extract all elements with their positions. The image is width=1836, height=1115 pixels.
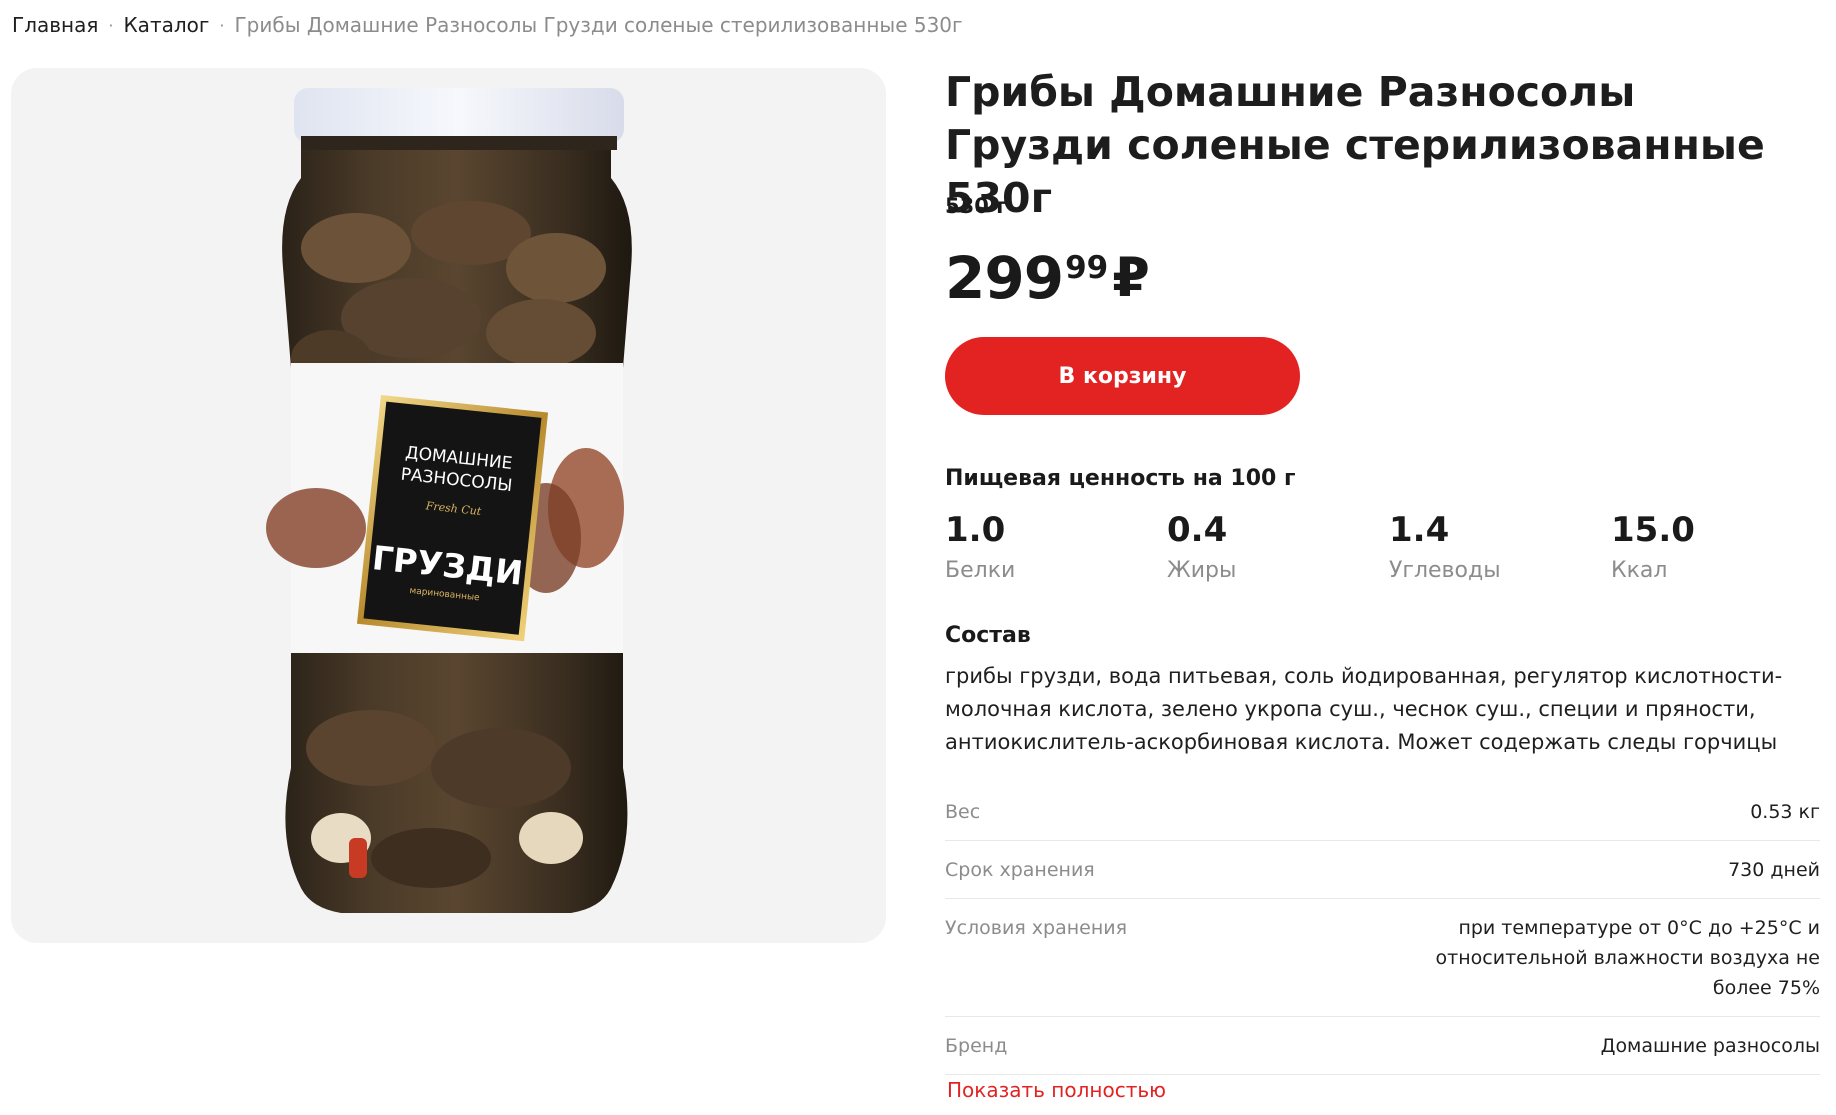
nutrition-title: Пищевая ценность на 100 г [945, 466, 1296, 491]
breadcrumb-home[interactable]: Главная [12, 13, 98, 37]
spec-label: Вес [945, 801, 981, 823]
spec-row-weight: Вес 0.53 кг [945, 785, 1820, 841]
product-image-panel: ДОМАШНИЕ РАЗНОСОЛЫ Fresh Cut ГРУЗДИ мари… [11, 68, 886, 943]
currency-sign: ₽ [1112, 246, 1150, 309]
nutrition-item-protein: 1.0 Белки [945, 508, 1167, 583]
product-price: 299 99 ₽ [945, 240, 1150, 316]
spec-label: Срок хранения [945, 859, 1095, 881]
spec-value: 730 дней [1728, 859, 1820, 881]
spec-value: 0.53 кг [1750, 801, 1820, 823]
spec-row-brand: Бренд Домашние разносолы [945, 1017, 1820, 1075]
spec-value: Домашние разносолы [1600, 1035, 1820, 1057]
spec-row-shelf-life: Срок хранения 730 дней [945, 841, 1820, 899]
price-rubles: 299 [945, 244, 1064, 312]
nutrition-item-kcal: 15.0 Ккал [1611, 508, 1833, 583]
product-weight: 530 г [945, 194, 1008, 218]
show-more-link[interactable]: Показать полностью [947, 1078, 1166, 1102]
price-kopecks: 99 [1065, 250, 1109, 286]
nutrition-label: Жиры [1167, 558, 1237, 583]
nutrition-label: Белки [945, 558, 1016, 583]
breadcrumb-catalog[interactable]: Каталог [123, 13, 209, 37]
specs-table: Вес 0.53 кг Срок хранения 730 дней Услов… [945, 785, 1820, 1075]
nutrition-value: 15.0 [1611, 510, 1695, 550]
breadcrumb-current: Грибы Домашние Разносолы Грузди соленые … [234, 13, 963, 37]
nutrition-value: 1.4 [1389, 510, 1450, 550]
nutrition-facts: 1.0 Белки 0.4 Жиры 1.4 Углеводы 15.0 Кка… [945, 508, 1835, 583]
product-title: Грибы Домашние Разносолы Грузди соленые … [945, 68, 1765, 222]
nutrition-label: Ккал [1611, 558, 1668, 583]
spec-label: Условия хранения [945, 917, 1128, 939]
product-image: ДОМАШНИЕ РАЗНОСОЛЫ Fresh Cut ГРУЗДИ мари… [266, 88, 632, 913]
spec-value: при температуре от 0°С до +25°С и относи… [1435, 917, 1820, 999]
breadcrumb-separator: · [108, 15, 114, 35]
composition-text: грибы грузди, вода питьевая, соль йодиро… [945, 664, 1783, 754]
nutrition-item-fat: 0.4 Жиры [1167, 508, 1389, 583]
composition-title: Состав [945, 623, 1031, 648]
nutrition-value: 0.4 [1167, 510, 1228, 550]
nutrition-item-carbs: 1.4 Углеводы [1389, 508, 1611, 583]
spec-label: Бренд [945, 1035, 1008, 1057]
breadcrumb-separator: · [219, 15, 225, 35]
add-to-cart-button[interactable]: В корзину [945, 337, 1300, 415]
spec-row-storage: Условия хранения при температуре от 0°С … [945, 899, 1820, 1017]
nutrition-label: Углеводы [1389, 558, 1501, 583]
nutrition-value: 1.0 [945, 510, 1006, 550]
breadcrumb: Главная · Каталог · Грибы Домашние Разно… [12, 13, 963, 37]
